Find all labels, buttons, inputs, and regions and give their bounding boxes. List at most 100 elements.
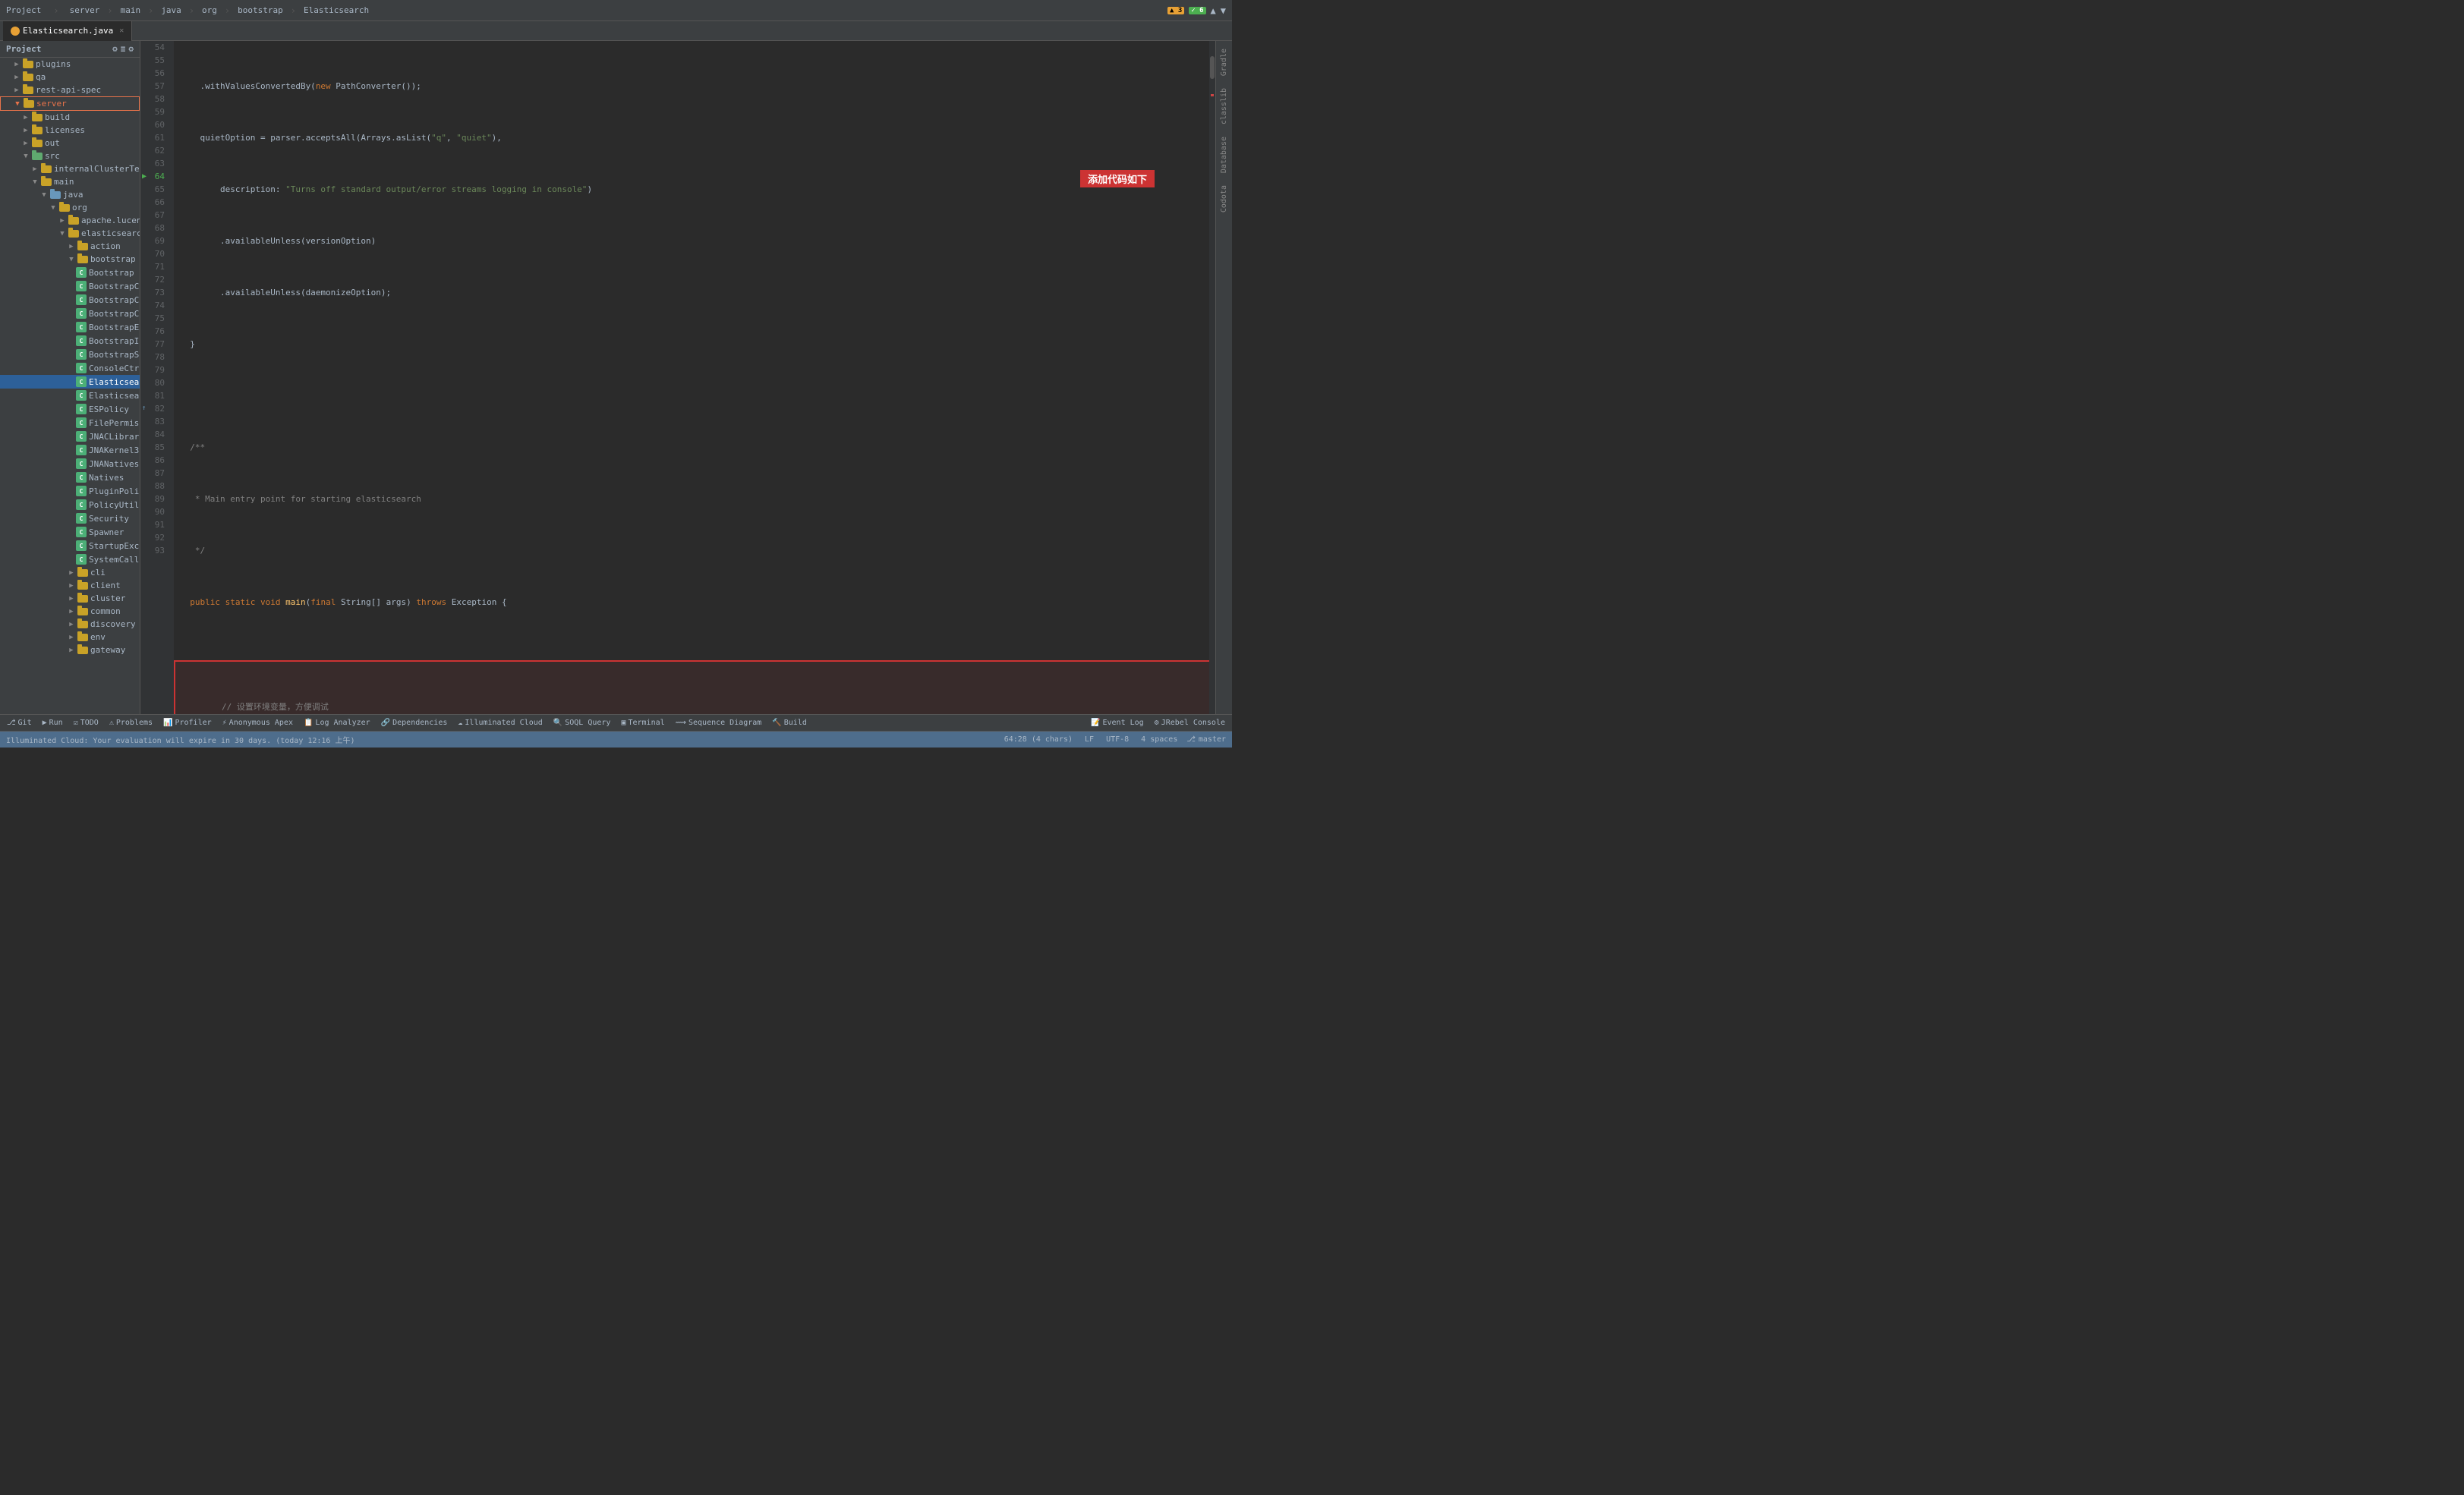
tree-item-org[interactable]: ▼ org [0, 201, 140, 214]
arrow-icon: ▼ [13, 100, 22, 108]
tree-item-ConsoleCtrlHandler[interactable]: C ConsoleCtrlHandler [0, 361, 140, 375]
tree-item-PluginPolicyInfo[interactable]: C PluginPolicyInfo [0, 484, 140, 498]
tree-item-rest-api-spec[interactable]: ▶ rest-api-spec [0, 83, 140, 96]
tree-item-licenses[interactable]: ▶ licenses [0, 124, 140, 137]
todo-tab[interactable]: ☑ TODO [71, 715, 101, 732]
tree-item-PolicyUtil[interactable]: C PolicyUtil [0, 498, 140, 511]
tree-item-BootstrapSettings[interactable]: C BootstrapSettings [0, 348, 140, 361]
ln-86: 86 [140, 454, 169, 467]
tree-item-ElasticsearchUncaughtException[interactable]: C ElasticsearchUncaughtException [0, 389, 140, 402]
chevron-down-icon[interactable]: ▼ [1221, 5, 1226, 16]
tree-item-cluster[interactable]: ▶ cluster [0, 592, 140, 605]
tree-item-Elasticsearch[interactable]: C Elasticsearch [0, 375, 140, 389]
anonymous-apex-tab[interactable]: ⚡ Anonymous Apex [220, 715, 295, 732]
ln-73: 73 [140, 286, 169, 299]
tab-elasticsearch[interactable]: Elasticsearch.java ✕ [3, 21, 132, 41]
tree-item-out[interactable]: ▶ out [0, 137, 140, 150]
line-numbers: 54 55 56 57 58 59 60 61 62 63 64 ▶ 65 66… [140, 41, 174, 714]
tree-item-BootstrapInfo[interactable]: C BootstrapInfo [0, 334, 140, 348]
chevron-up-icon[interactable]: ▲ [1211, 5, 1216, 16]
tree-item-plugins[interactable]: ▶ plugins [0, 58, 140, 71]
tree-item-Bootstrap[interactable]: C Bootstrap [0, 266, 140, 279]
tree-item-StartupException[interactable]: C StartupException [0, 539, 140, 552]
branch-name: master [1199, 735, 1226, 744]
run-tab[interactable]: ▶ Run [40, 715, 65, 732]
collapse-icon[interactable]: ≡ [121, 44, 126, 54]
settings-icon[interactable]: ⚙ [128, 44, 134, 54]
code-line-59: } [174, 338, 1215, 351]
code-scrollbar[interactable] [1209, 41, 1215, 714]
git-tab[interactable]: ⎇ Git [5, 715, 34, 732]
code-line-63: */ [174, 544, 1215, 557]
ln-83: 83 [140, 415, 169, 428]
tree-item-server[interactable]: ▼ server [0, 96, 140, 111]
nav-main[interactable]: main [116, 4, 146, 17]
tree-item-common[interactable]: ▶ common [0, 605, 140, 618]
tree-item-FilePermissionUtils[interactable]: C FilePermissionUtils [0, 416, 140, 430]
nav-org[interactable]: org [197, 4, 222, 17]
tree-item-gateway[interactable]: ▶ gateway [0, 644, 140, 656]
soql-query-tab[interactable]: 🔍 SOQL Query [551, 715, 613, 732]
tree-item-client[interactable]: ▶ client [0, 579, 140, 592]
database-tab[interactable]: Database [1218, 132, 1230, 178]
tree-item-JNANatives[interactable]: C JNANatives [0, 457, 140, 471]
classlib-tab[interactable]: classlib [1218, 83, 1230, 129]
tree-item-Natives[interactable]: C Natives [0, 471, 140, 484]
code-text[interactable]: .withValuesConvertedBy(new PathConverter… [174, 41, 1215, 714]
tree-item-internalclustertest[interactable]: ▶ internalClusterTest [0, 162, 140, 175]
event-log-tab[interactable]: 📝 Event Log [1089, 715, 1146, 732]
tree-item-build[interactable]: ▶ build [0, 111, 140, 124]
nav-server[interactable]: server [65, 4, 105, 17]
tree-item-src[interactable]: ▼ src [0, 150, 140, 162]
tree-item-elasticsearch[interactable]: ▼ elasticsearch [0, 227, 140, 240]
ln-88: 88 [140, 480, 169, 493]
tree-item-JNAKernel32Library[interactable]: C JNAKernel32Library [0, 443, 140, 457]
java-icon: C [76, 445, 87, 455]
codota-tab[interactable]: Codota [1218, 181, 1230, 217]
tree-item-BootstrapException[interactable]: C BootstrapException [0, 320, 140, 334]
right-panel: Gradle classlib Database Codota [1215, 41, 1232, 714]
sync-icon[interactable]: ⚙ [112, 44, 118, 54]
ln-75: 75 [140, 312, 169, 325]
sequence-diagram-tab[interactable]: ⟿ Sequence Diagram [673, 715, 764, 732]
tab-bar: Elasticsearch.java ✕ [0, 21, 1232, 41]
tree-item-BootstrapCheck[interactable]: C BootstrapCheck [0, 279, 140, 293]
tree-item-java[interactable]: ▼ java [0, 188, 140, 201]
error-badge: ✓ 6 [1189, 7, 1205, 14]
tree-item-env[interactable]: ▶ env [0, 631, 140, 644]
nav-java[interactable]: java [156, 4, 186, 17]
jrebel-console-tab[interactable]: ⚙ JRebel Console [1152, 715, 1227, 732]
tree-item-bootstrap-folder[interactable]: ▼ bootstrap [0, 253, 140, 266]
java-icon: C [76, 390, 87, 401]
tree-item-main[interactable]: ▼ main [0, 175, 140, 188]
tree-item-qa[interactable]: ▶ qa [0, 71, 140, 83]
tree-item-BootstrapChecks[interactable]: C BootstrapChecks [0, 293, 140, 307]
illuminated-cloud-tab[interactable]: ☁ Illuminated Cloud [455, 715, 544, 732]
tree-item-discovery[interactable]: ▶ discovery [0, 618, 140, 631]
tree-item-cli[interactable]: ▶ cli [0, 566, 140, 579]
nav-elasticsearch[interactable]: Elasticsearch [299, 4, 373, 17]
tree-item-apache-lucene[interactable]: ▶ apache.lucene [0, 214, 140, 227]
scrollbar-thumb[interactable] [1210, 56, 1215, 79]
profiler-tab[interactable]: 📊 Profiler [161, 715, 214, 732]
log-analyzer-tab[interactable]: 📋 Log Analyzer [301, 715, 373, 732]
tree-item-SystemCallFilter[interactable]: C SystemCallFilter [0, 552, 140, 566]
tree-item-Spawner[interactable]: C Spawner [0, 525, 140, 539]
gradle-tab[interactable]: Gradle [1218, 44, 1230, 80]
tree-item-Security[interactable]: C Security [0, 511, 140, 525]
profiler-icon: 📊 [163, 719, 172, 727]
arrow-icon: ▶ [67, 608, 76, 615]
nav-bootstrap[interactable]: bootstrap [233, 4, 288, 17]
dependencies-tab[interactable]: 🔗 Dependencies [379, 715, 450, 732]
tree-item-BootstrapContext[interactable]: C BootstrapContext [0, 307, 140, 320]
build-tab[interactable]: 🔨 Build [770, 715, 809, 732]
sidebar-title: Project [6, 44, 41, 54]
tree-item-ESPolicy[interactable]: C ESPolicy [0, 402, 140, 416]
tab-close-icon[interactable]: ✕ [119, 27, 124, 35]
problems-tab[interactable]: ⚠ Problems [107, 715, 155, 732]
tree-item-action[interactable]: ▶ action [0, 240, 140, 253]
tree-item-JNACLibrary[interactable]: C JNACLibrary [0, 430, 140, 443]
ln-84: 84 [140, 428, 169, 441]
terminal-tab[interactable]: ▣ Terminal [619, 715, 666, 732]
code-content-area[interactable]: 添加代码如下 .withValuesConvertedBy(new PathCo… [174, 41, 1215, 714]
